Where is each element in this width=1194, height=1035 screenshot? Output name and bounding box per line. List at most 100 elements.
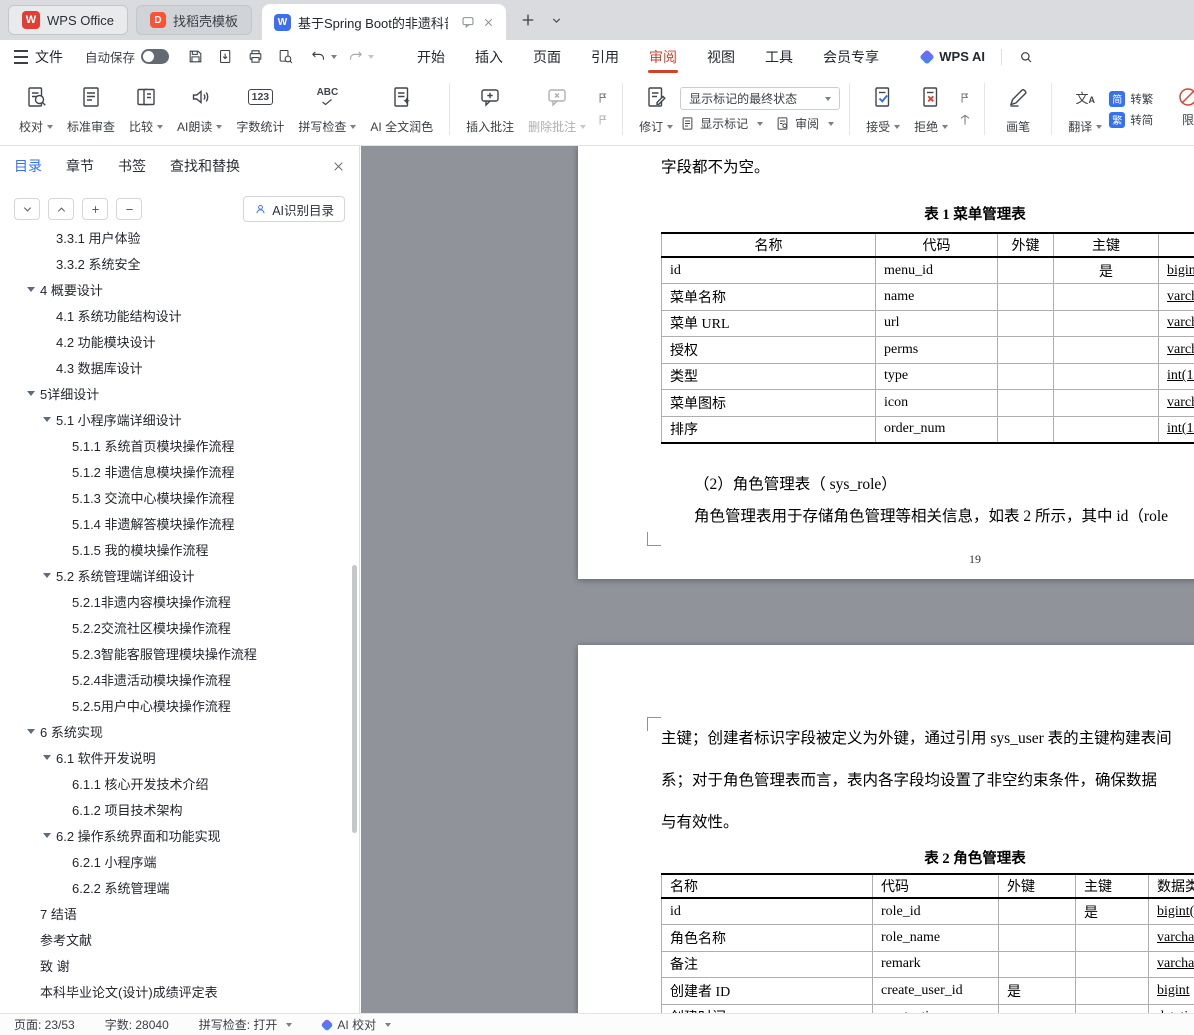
menu-tab-页面[interactable]: 页面 [518, 40, 576, 73]
outline-item[interactable]: 5.2.5用户中心模块操作流程 [0, 692, 353, 718]
outline-item[interactable]: 5详细设计 [0, 380, 353, 406]
menu-tab-视图[interactable]: 视图 [692, 40, 750, 73]
menu-tab-会员专享[interactable]: 会员专享 [808, 40, 894, 73]
outline-item[interactable]: 5.2.1非遗内容模块操作流程 [0, 588, 353, 614]
menu-tab-引用[interactable]: 引用 [576, 40, 634, 73]
docer-template-tab[interactable]: D 找稻壳模板 [135, 5, 252, 35]
outline-item[interactable]: 3.3.1 用户体验 [0, 224, 353, 250]
close-pane-icon[interactable] [332, 160, 345, 173]
ai-proofread-indicator[interactable]: AI 校对 [321, 1016, 392, 1033]
promote-button[interactable] [82, 198, 108, 220]
reviewers-button[interactable]: 审阅 [775, 115, 835, 132]
simplified-to-traditional-button[interactable]: 简 转繁 [1109, 90, 1153, 107]
reject-change-button[interactable]: 拒绝 [907, 77, 955, 141]
wps-ai-button[interactable]: WPS AI [919, 48, 985, 65]
ai-read-aloud-button[interactable]: AI朗读 [170, 77, 229, 141]
collapse-arrow-icon[interactable] [27, 390, 35, 396]
tab-contents[interactable]: 目录 [14, 156, 42, 176]
menu-tab-工具[interactable]: 工具 [750, 40, 808, 73]
outline-item[interactable]: 3.3.2 系统安全 [0, 250, 353, 276]
menu-tab-插入[interactable]: 插入 [460, 40, 518, 73]
next-change-icon[interactable] [958, 113, 972, 127]
demote-button[interactable] [116, 198, 142, 220]
track-changes-button[interactable]: 修订 [632, 77, 680, 141]
outline-item[interactable]: 5.1.3 交流中心模块操作流程 [0, 484, 353, 510]
translate-button[interactable]: 文A 翻译 [1061, 77, 1109, 141]
outline-item[interactable]: 本科毕业论文(设计)成绩评定表 [0, 978, 353, 1004]
ai-recognize-toc-button[interactable]: AI识别目录 [243, 196, 345, 222]
previous-comment-icon[interactable] [596, 91, 610, 105]
active-document-tab[interactable]: W 基于Spring Boot的非遗科普 [261, 4, 506, 40]
collapse-all-button[interactable] [48, 198, 74, 220]
traditional-to-simplified-button[interactable]: 繁 转简 [1109, 111, 1153, 128]
print-preview-button[interactable] [277, 48, 294, 65]
outline-item[interactable]: 4.2 功能模块设计 [0, 328, 353, 354]
file-menu-button[interactable]: 文件 [14, 47, 63, 67]
autosave-toggle[interactable] [141, 49, 170, 64]
search-button[interactable] [1018, 49, 1034, 65]
tab-list-chevron-icon[interactable] [550, 14, 563, 27]
outline-item[interactable]: 5.1 小程序端详细设计 [0, 406, 353, 432]
outline-item[interactable]: 致 谢 [0, 952, 353, 978]
collapse-arrow-icon[interactable] [27, 728, 35, 734]
page-indicator[interactable]: 页面: 23/53 [14, 1016, 75, 1033]
outline-item[interactable]: 5.2.3智能客服管理模块操作流程 [0, 640, 353, 666]
close-tab-icon[interactable] [483, 17, 494, 28]
outline-item[interactable]: 5.1.5 我的模块操作流程 [0, 536, 353, 562]
print-button[interactable] [247, 48, 264, 65]
word-count-indicator[interactable]: 字数: 28040 [105, 1016, 169, 1033]
comment-bubble-icon[interactable] [461, 15, 475, 29]
tab-find-replace[interactable]: 查找和替换 [170, 156, 240, 176]
outline-item[interactable]: 7 结语 [0, 900, 353, 926]
ink-pen-button[interactable]: 画笔 [994, 77, 1042, 141]
outline-item[interactable]: 6.1 软件开发说明 [0, 744, 353, 770]
menu-tab-审阅[interactable]: 审阅 [634, 40, 692, 73]
tab-bookmarks[interactable]: 书签 [118, 156, 146, 176]
document-canvas[interactable]: 字段都不为空。 表 1 菜单管理表 名称代码外键主键数idmenu_id是big… [361, 146, 1194, 1013]
show-markup-button[interactable]: 显示标记 [680, 115, 764, 132]
undo-dropdown-caret[interactable] [331, 55, 338, 62]
collapse-arrow-icon[interactable] [43, 416, 51, 422]
collapse-arrow-icon[interactable] [43, 572, 51, 578]
expand-all-button[interactable] [14, 198, 40, 220]
save-button[interactable] [187, 48, 204, 65]
outline-item[interactable]: 参考文献 [0, 926, 353, 952]
spellcheck-indicator[interactable]: 拼写检查: 打开 [199, 1016, 293, 1033]
insert-comment-button[interactable]: 插入批注 [459, 77, 521, 141]
outline-item[interactable]: 6.2.1 小程序端 [0, 848, 353, 874]
proofread-button[interactable]: 校对 [12, 77, 60, 141]
new-tab-button[interactable] [520, 12, 536, 28]
accept-change-button[interactable]: 接受 [859, 77, 907, 141]
sidebar-scrollbar[interactable] [352, 565, 357, 833]
document-page-20[interactable]: 主键；创建者标识字段被定义为外键，通过引用 sys_user 表的主键构建表间 … [578, 645, 1194, 1013]
outline-item[interactable]: 6 系统实现 [0, 718, 353, 744]
markup-state-select[interactable]: 显示标记的最终状态 [680, 86, 841, 110]
outline-item[interactable]: 5.1.2 非遗信息模块操作流程 [0, 458, 353, 484]
redo-dropdown-caret[interactable] [368, 55, 375, 62]
outline-item[interactable]: 6.1.1 核心开发技术介绍 [0, 770, 353, 796]
menu-tab-开始[interactable]: 开始 [402, 40, 460, 73]
restrict-edit-button[interactable]: 限 [1164, 77, 1194, 134]
collapse-arrow-icon[interactable] [27, 286, 35, 292]
previous-change-icon[interactable] [958, 91, 972, 105]
outline-item[interactable]: 6.2.2 系统管理端 [0, 874, 353, 900]
collapse-arrow-icon[interactable] [43, 832, 51, 838]
outline-item[interactable]: 5.1.4 非遗解答模块操作流程 [0, 510, 353, 536]
outline-item[interactable]: 5.2.4非遗活动模块操作流程 [0, 666, 353, 692]
outline-item[interactable]: 5.2.2交流社区模块操作流程 [0, 614, 353, 640]
delete-comment-button[interactable]: 删除批注 [521, 77, 593, 141]
undo-button[interactable] [310, 48, 338, 65]
export-pdf-button[interactable] [217, 48, 234, 65]
outline-item[interactable]: 6.1.2 项目技术架构 [0, 796, 353, 822]
wps-office-tab[interactable]: W WPS Office [8, 5, 128, 35]
document-page-19[interactable]: 字段都不为空。 表 1 菜单管理表 名称代码外键主键数 idmenu_id 是big… [578, 146, 1194, 579]
outline-item[interactable]: 4 概要设计 [0, 276, 353, 302]
outline-item[interactable]: 5.1.1 系统首页模块操作流程 [0, 432, 353, 458]
outline-item[interactable]: 5.2 系统管理端详细设计 [0, 562, 353, 588]
word-count-button[interactable]: 123 字数统计 [229, 77, 291, 141]
next-comment-icon[interactable] [596, 113, 610, 127]
outline-item[interactable]: 4.3 数据库设计 [0, 354, 353, 380]
spell-check-button[interactable]: ABC 拼写检查 [291, 77, 363, 141]
collapse-arrow-icon[interactable] [43, 754, 51, 760]
tab-chapters[interactable]: 章节 [66, 156, 94, 176]
